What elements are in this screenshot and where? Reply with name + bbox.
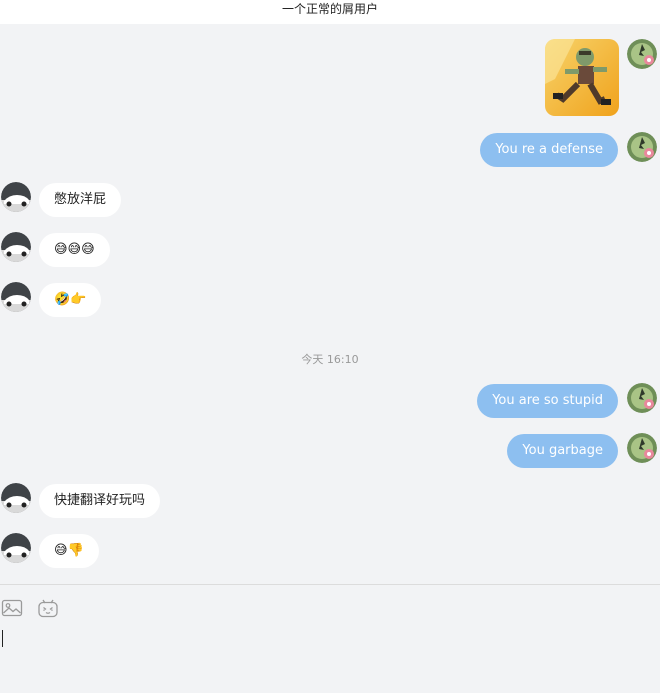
message-bubble[interactable]: 😅😅😅 [39,233,110,267]
my-avatar[interactable] [627,132,657,162]
message-composer[interactable] [0,585,660,693]
image-icon[interactable] [1,597,23,619]
message-bubble[interactable]: You re a defense [480,133,618,167]
contact-avatar[interactable] [1,282,31,312]
sticker-image[interactable] [545,39,619,116]
message-bubble[interactable]: You garbage [507,434,618,468]
my-avatar[interactable] [627,433,657,463]
message-bubble[interactable]: 🤣👉 [39,283,102,317]
message-bubble[interactable]: You are so stupid [477,384,618,418]
my-avatar[interactable] [627,383,657,413]
message-row-outgoing: You garbage [0,433,660,473]
chat-title: 一个正常的屑用户 [0,0,660,24]
contact-avatar[interactable] [1,232,31,262]
contact-avatar[interactable] [1,483,31,513]
message-bubble[interactable]: 憋放洋屁 [39,183,122,217]
message-row-incoming: 😅👎 [0,533,660,573]
message-row-outgoing: You re a defense [0,132,660,172]
message-bubble[interactable]: 😅👎 [39,534,99,568]
message-row-incoming: 快捷翻译好玩吗 [0,483,660,523]
emoji-icon[interactable] [37,597,59,619]
my-avatar[interactable] [627,39,657,69]
message-row-incoming: 🤣👉 [0,282,660,322]
contact-avatar[interactable] [1,533,31,563]
message-bubble[interactable]: 快捷翻译好玩吗 [39,484,161,518]
message-row-incoming: 😅😅😅 [0,232,660,272]
message-row-outgoing: You are so stupid [0,383,660,423]
message-input[interactable] [0,625,660,685]
time-divider: 今天 16:10 [301,353,359,366]
message-row-outgoing [0,24,660,124]
contact-avatar[interactable] [1,182,31,212]
message-row-incoming: 憋放洋屁 [0,182,660,222]
message-list[interactable]: You re a defense 憋放洋屁 😅😅😅 🤣👉 今天 16:10 Yo… [0,24,660,584]
